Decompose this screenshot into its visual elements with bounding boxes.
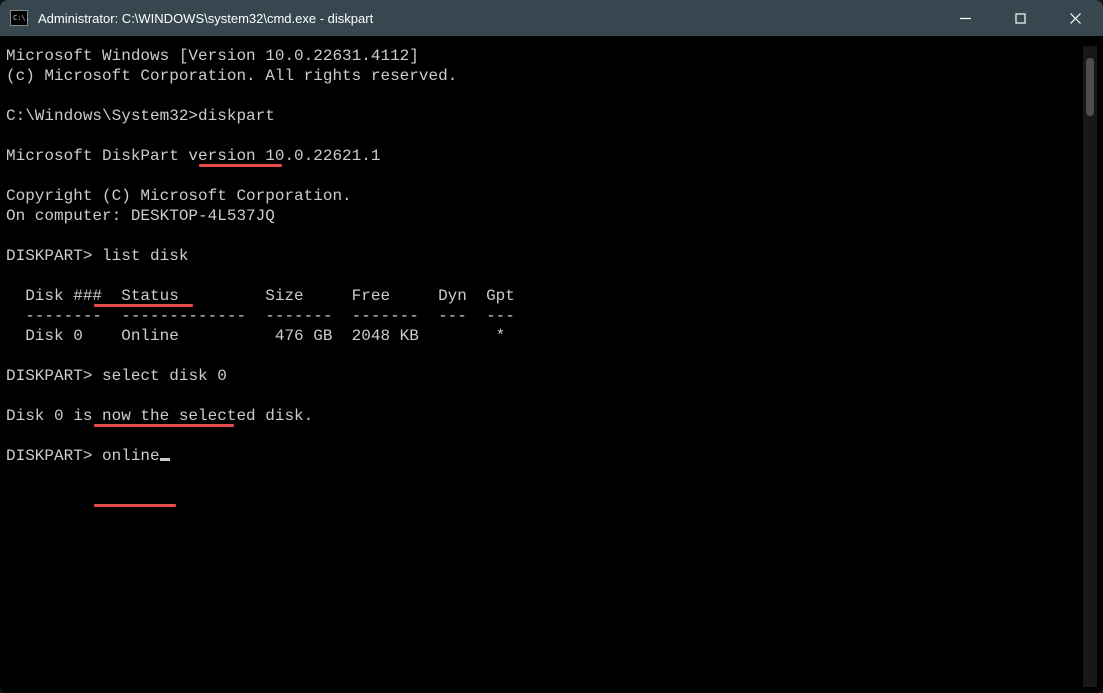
copyright-line: (c) Microsoft Corporation. All rights re… bbox=[6, 67, 457, 85]
diskpart-prompt: DISKPART> bbox=[6, 247, 92, 265]
diskpart-prompt: DISKPART> bbox=[6, 367, 92, 385]
maximize-icon bbox=[1015, 13, 1026, 24]
close-icon bbox=[1070, 13, 1081, 24]
cmd-diskpart: diskpart bbox=[198, 107, 275, 125]
scrollbar-thumb[interactable] bbox=[1086, 58, 1094, 116]
table-divider: -------- ------------- ------- ------- -… bbox=[6, 307, 515, 325]
cmd-icon: C:\. bbox=[10, 10, 28, 26]
cmd-list-disk: list disk bbox=[92, 247, 188, 265]
diskpart-prompt: DISKPART> bbox=[6, 447, 92, 465]
terminal-area[interactable]: Microsoft Windows [Version 10.0.22631.41… bbox=[0, 36, 1103, 693]
select-result: Disk 0 is now the selected disk. bbox=[6, 407, 313, 425]
terminal-content: Microsoft Windows [Version 10.0.22631.41… bbox=[6, 46, 1079, 687]
diskpart-copyright: Copyright (C) Microsoft Corporation. bbox=[6, 187, 352, 205]
cmd-select-disk: select disk 0 bbox=[92, 367, 226, 385]
close-button[interactable] bbox=[1048, 0, 1103, 36]
cursor bbox=[160, 458, 170, 461]
annotation-underline bbox=[94, 504, 176, 507]
diskpart-version: Microsoft DiskPart version 10.0.22621.1 bbox=[6, 147, 380, 165]
prompt-path: C:\Windows\System32> bbox=[6, 107, 198, 125]
annotation-underline bbox=[199, 164, 282, 167]
annotation-underline bbox=[94, 424, 234, 427]
version-line: Microsoft Windows [Version 10.0.22631.41… bbox=[6, 47, 419, 65]
table-header: Disk ### Status Size Free Dyn Gpt bbox=[6, 287, 515, 305]
annotation-underline bbox=[94, 304, 193, 307]
window-title: Administrator: C:\WINDOWS\system32\cmd.e… bbox=[38, 11, 938, 26]
cmd-window: C:\. Administrator: C:\WINDOWS\system32\… bbox=[0, 0, 1103, 693]
diskpart-computer: On computer: DESKTOP-4L537JQ bbox=[6, 207, 275, 225]
minimize-button[interactable] bbox=[938, 0, 993, 36]
window-controls bbox=[938, 0, 1103, 36]
titlebar[interactable]: C:\. Administrator: C:\WINDOWS\system32\… bbox=[0, 0, 1103, 36]
maximize-button[interactable] bbox=[993, 0, 1048, 36]
table-row: Disk 0 Online 476 GB 2048 KB * bbox=[6, 327, 505, 345]
minimize-icon bbox=[960, 13, 971, 24]
scrollbar[interactable] bbox=[1083, 46, 1097, 687]
cmd-online: online bbox=[92, 447, 159, 465]
